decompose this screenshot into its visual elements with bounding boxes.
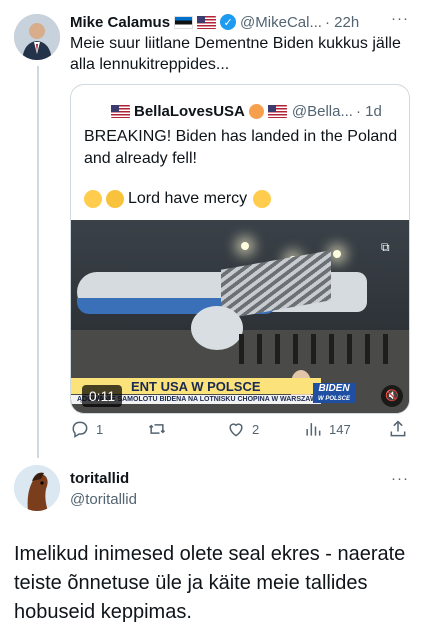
share-icon bbox=[390, 420, 406, 437]
reply-count: 1 bbox=[96, 421, 104, 437]
news-ticker-main: ENT USA W POLSCE bbox=[131, 379, 261, 394]
quoted-display-name[interactable]: BellaLovesUSA bbox=[134, 103, 245, 120]
volume-mute-icon[interactable]: 🔇 bbox=[381, 385, 403, 407]
quoted-tweet-header: BellaLovesUSA @Bella... · 1d bbox=[111, 101, 401, 121]
action-bar: 1 2 147 bbox=[70, 418, 410, 442]
us-flag-icon bbox=[111, 104, 130, 118]
us-flag-icon bbox=[267, 104, 287, 118]
quoted-tweet-text: BREAKING! Biden has landed in the Poland… bbox=[84, 128, 398, 167]
heart-icon bbox=[229, 423, 243, 437]
share-button[interactable] bbox=[388, 418, 414, 440]
tweet-text: Meie suur liitlane Dementne Biden kukkus… bbox=[70, 35, 401, 73]
reply-text: Imelikud inimesed olete seal ekres - nae… bbox=[14, 543, 406, 623]
handle[interactable]: @MikeCal... bbox=[240, 14, 322, 31]
view-count: 147 bbox=[329, 421, 351, 437]
more-options-icon[interactable]: ··· bbox=[391, 10, 409, 27]
avatar[interactable] bbox=[14, 14, 60, 60]
thread-line bbox=[37, 66, 39, 458]
reply-display-name[interactable]: toritallid bbox=[70, 470, 129, 487]
retweet-icon bbox=[148, 424, 166, 434]
quoted-handle[interactable]: @Bella... bbox=[292, 103, 353, 120]
estonia-flag-icon bbox=[174, 15, 194, 29]
news-badge: BIDEN W POLSCE bbox=[313, 383, 355, 403]
views-button[interactable]: 147 bbox=[303, 418, 351, 440]
zany-face-emoji-icon bbox=[253, 190, 272, 208]
display-name[interactable]: Mike Calamus bbox=[70, 14, 170, 31]
views-chart-icon bbox=[306, 423, 321, 436]
peach-emoji-icon bbox=[248, 103, 264, 119]
reply-avatar[interactable] bbox=[14, 465, 60, 511]
quoted-timestamp[interactable]: · 1d bbox=[356, 103, 382, 120]
us-flag-icon bbox=[197, 15, 217, 29]
reply-more-options-icon[interactable]: ··· bbox=[391, 470, 409, 487]
retweet-button[interactable] bbox=[147, 418, 173, 440]
video-timestamp: 0:11 bbox=[82, 385, 122, 407]
timestamp[interactable]: · 22h bbox=[325, 14, 359, 31]
like-count: 2 bbox=[252, 421, 260, 437]
tweet-header: Mike Calamus ✓ @MikeCal... · 22h bbox=[70, 12, 410, 32]
quoted-tweet-line3-text: Lord have mercy bbox=[128, 190, 248, 207]
woozy-face-emoji-icon bbox=[84, 190, 102, 208]
verified-badge-icon: ✓ bbox=[220, 14, 237, 30]
captions-icon[interactable]: ⧉ bbox=[381, 240, 397, 254]
quoted-tweet-line3: Lord have mercy bbox=[84, 190, 275, 208]
rofl-emoji-icon bbox=[106, 190, 124, 208]
reply-handle[interactable]: @toritallid bbox=[70, 491, 137, 508]
reply-button[interactable]: 1 bbox=[70, 418, 103, 440]
quoted-tweet[interactable]: BellaLovesUSA @Bella... · 1d BREAKING! B… bbox=[70, 84, 410, 414]
video-player[interactable]: ⧉ ENT USA W POLSCE ĄDOWANIE SAMOLOTU BID… bbox=[71, 220, 409, 413]
like-button[interactable]: 2 bbox=[226, 418, 259, 440]
reply-icon bbox=[72, 421, 88, 438]
